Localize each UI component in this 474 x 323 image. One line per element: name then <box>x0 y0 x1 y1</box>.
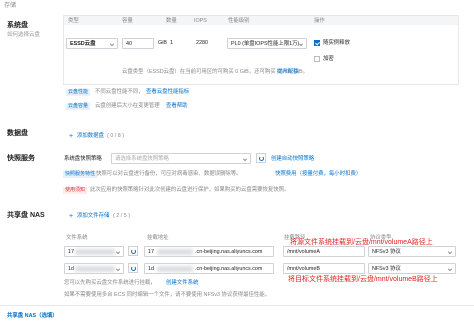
col-capacity: 容量 <box>122 18 133 24</box>
redaction-blur <box>157 249 193 255</box>
usage-notice-text: 此次应用的快照策略针对此次创建的云盘进行保护，如果购买的云盘需要恢复快照。 <box>90 187 290 193</box>
nas-note: 您可以先购买云盘文件系统进行挂载， <box>64 280 156 286</box>
create-snapshot-link[interactable]: 创建自动快照策略 <box>271 156 314 162</box>
filesystem-value: 17 <box>68 249 74 255</box>
col-qty: 数量 <box>166 18 177 24</box>
filesystem-select[interactable]: 17 <box>64 246 124 257</box>
mount-address-suffix: .cn-beijing.nas.aliyuncs.com <box>195 249 263 255</box>
perf-level-select[interactable]: PL0 (单盘IOPS性能上限1万) <box>227 38 307 49</box>
mount-path-input[interactable]: /mnt/volumeB <box>283 263 365 274</box>
disk-type-select[interactable]: ESSD云盘 <box>66 38 118 49</box>
mount-path-value: /mnt/volumeA <box>287 249 320 255</box>
disk-qty: 1 <box>170 40 173 46</box>
snapshot-policy-select[interactable]: 请选择系统盘快照策略 <box>111 153 251 164</box>
redaction-blur <box>157 266 193 272</box>
add-data-disk-button[interactable]: 添加数据盘 <box>77 133 104 139</box>
encrypt-label: 加密 <box>323 56 334 62</box>
redaction-blur <box>75 249 115 255</box>
encrypt-checkbox[interactable] <box>314 56 320 62</box>
plus-icon: + <box>69 213 74 220</box>
release-label: 随实例释放 <box>323 40 350 46</box>
cap-tip-text: 云盘创建后大小在变更管理 <box>95 103 160 109</box>
storage-heading: 存储 <box>4 3 17 9</box>
chevron-down-icon <box>299 42 303 46</box>
system-disk-help[interactable]: 如何选择云盘 <box>7 32 40 39</box>
col-ops: 操作 <box>314 18 325 24</box>
mount-address-prefix: 1d <box>148 266 154 272</box>
protocol-select[interactable]: NFSv3 协议 <box>368 246 456 257</box>
snapshot-policy-label: 系统盘快照策略 <box>64 156 102 162</box>
refresh-icon[interactable] <box>128 263 138 273</box>
refresh-icon[interactable] <box>128 246 138 256</box>
mount-path-value: /mnt/volumeB <box>287 266 320 272</box>
snapshot-title: 快照服务 <box>7 155 35 162</box>
mount-address-select[interactable]: 17 .cn-beijing.nas.aliyuncs.com <box>144 246 274 257</box>
filesystem-select[interactable]: 1d <box>64 263 124 274</box>
plus-icon: + <box>69 133 74 140</box>
snapshot-feature-badge: 快照服务特性 <box>63 171 98 178</box>
snapshot-feature-text: 快照可以对云盘进行备份，可应对病毒感染、数据误删除等。 <box>96 171 242 177</box>
col-mount-address: 挂载地址 <box>147 235 169 241</box>
protocol-value: NFSv3 协议 <box>372 249 401 255</box>
data-disk-count: ( 0 / 8 ) <box>107 133 125 139</box>
chevron-down-icon <box>110 42 114 46</box>
mount-address-select[interactable]: 1d .cn-beijing.nas.aliyuncs.com <box>144 263 274 274</box>
system-disk-title: 系统盘 <box>7 22 28 29</box>
mount-address-suffix: .cn-beijing.nas.aliyuncs.com <box>195 266 263 272</box>
refresh-icon[interactable] <box>256 153 266 163</box>
usage-notice-badge: 使用须知 <box>63 187 88 194</box>
divider <box>0 305 474 306</box>
redaction-blur <box>75 266 115 272</box>
nas-optional-link[interactable]: 共享盘 NAS（选填） <box>7 313 58 319</box>
perf-level-value: PL0 (单盘IOPS性能上限1万) <box>231 41 300 47</box>
release-checkbox[interactable] <box>314 40 320 46</box>
protocol-select[interactable]: NFSv3 协议 <box>368 263 456 274</box>
capacity-input[interactable]: 40 <box>122 38 154 49</box>
chevron-down-icon <box>243 157 247 161</box>
nas-title: 共享盘 NAS <box>7 212 45 219</box>
filesystem-value: 1d <box>68 266 74 272</box>
perf-tip-text: 不同云盘性能不同， <box>95 89 144 95</box>
nas-count: ( 2 / 5 ) <box>113 213 131 219</box>
perf-tip-badge: 云盘性能 <box>66 89 91 96</box>
chevron-down-icon <box>448 250 452 254</box>
chevron-down-icon <box>448 267 452 271</box>
disk-iops: 2280 <box>196 40 208 46</box>
col-filesystem: 文件系统 <box>66 235 88 241</box>
add-file-storage-button[interactable]: 添加文件存储 <box>77 213 109 219</box>
chevron-down-icon <box>116 267 120 271</box>
disk-type-value: ESSD云盘 <box>70 41 96 47</box>
chevron-down-icon <box>116 250 120 254</box>
col-perf: 性能级别 <box>228 18 250 24</box>
capacity-value: 40 <box>126 41 132 47</box>
protocol-value: NFSv3 协议 <box>372 266 401 272</box>
col-iops: IOPS <box>194 18 207 24</box>
col-type: 类型 <box>68 18 79 24</box>
annotation-volume-a: 将源文件系统挂载到/云盘/mnt/volumeA路径上 <box>290 239 433 246</box>
mount-path-input[interactable]: /mnt/volumeA <box>283 246 365 257</box>
data-disk-title: 数据盘 <box>7 130 28 137</box>
mount-address-prefix: 17 <box>148 249 154 255</box>
snapshot-fee-link[interactable]: 快照费用（按量付费，每小时扣费） <box>275 171 361 177</box>
capacity-unit: GiB <box>158 40 167 46</box>
nas-protocol-note: 如果不需要使用多台 ECS 同时编辑一个文件，请不要使用 NFSv3 协议获得最… <box>64 292 271 298</box>
snapshot-policy-placeholder: 请选择系统盘快照策略 <box>115 156 169 162</box>
annotation-volume-b: 将目标文件系统挂载到/云盘/mnt/volumeB路径上 <box>288 276 438 283</box>
quota-link[interactable]: 提升配额 <box>277 69 299 75</box>
cap-tip-badge: 云盘容量 <box>66 103 91 110</box>
create-filesystem-link[interactable]: 创建文件系统 <box>166 280 198 286</box>
perf-tip-link[interactable]: 查看云盘性能指标 <box>146 89 189 95</box>
cap-tip-link[interactable]: 查看帮助 <box>166 103 188 109</box>
